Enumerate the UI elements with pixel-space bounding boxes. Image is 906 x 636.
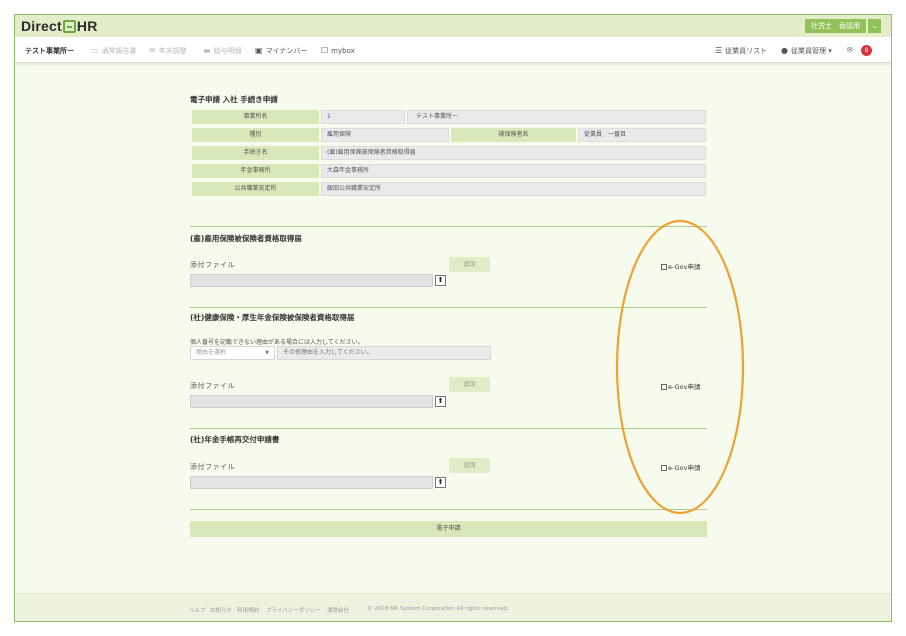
annotation-overlay [615,219,745,515]
highlight-ellipse [615,219,745,515]
